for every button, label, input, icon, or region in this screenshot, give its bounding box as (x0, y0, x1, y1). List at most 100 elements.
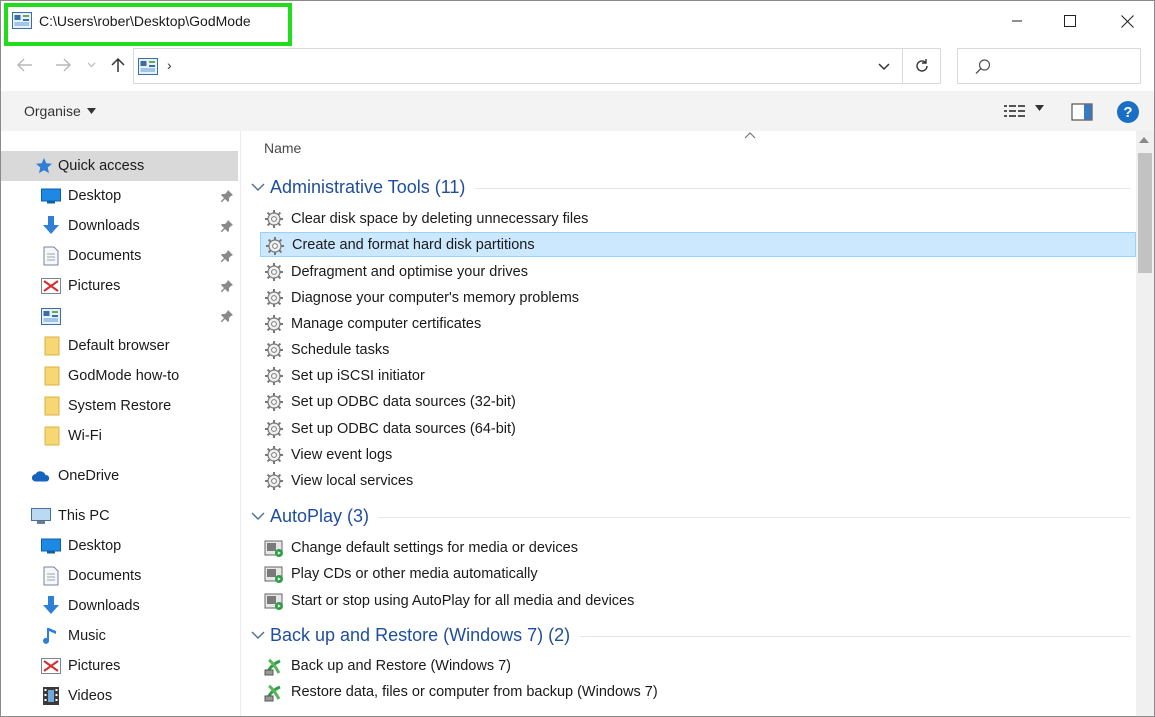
forward-button[interactable] (51, 53, 75, 77)
item-label: Set up ODBC data sources (32-bit) (291, 393, 516, 410)
chevron-down-icon[interactable] (874, 59, 894, 75)
close-button[interactable] (1104, 7, 1150, 35)
star-icon (34, 156, 54, 176)
nav-this-pc[interactable]: This PC (1, 501, 238, 531)
list-item[interactable]: Back up and Restore (Windows 7) (260, 653, 1136, 678)
nav-quick-folder-godmode-howto[interactable]: GodMode how-to (1, 361, 238, 391)
nav-quick-desktop[interactable]: Desktop (1, 181, 238, 211)
arrow-up-icon (111, 57, 125, 72)
list-item[interactable]: View local services (260, 468, 1136, 493)
details-view-icon[interactable] (1004, 104, 1026, 120)
nav-quick-documents[interactable]: Documents (1, 241, 238, 271)
nav-pc-music[interactable]: Music (1, 621, 238, 651)
file-list: Name Administrative Tools (11) Clear dis… (242, 131, 1136, 716)
group-title: Administrative Tools (11) (270, 176, 466, 197)
chevron-down-icon (87, 62, 95, 68)
backup-restore-icon (264, 684, 281, 702)
up-button[interactable] (106, 53, 130, 77)
nav-pc-videos[interactable]: Videos (1, 681, 238, 711)
admin-tools-icon (265, 341, 283, 359)
chevron-down-icon (251, 183, 265, 191)
nav-label: Documents (68, 568, 142, 584)
scroll-up-icon[interactable] (1139, 137, 1149, 143)
list-item[interactable]: Defragment and optimise your drives (260, 259, 1136, 284)
help-icon[interactable]: ? (1117, 101, 1139, 123)
search-box[interactable] (957, 48, 1141, 84)
list-item[interactable]: Schedule tasks (260, 337, 1136, 362)
item-label: Defragment and optimise your drives (291, 263, 528, 280)
pin-icon[interactable] (220, 219, 234, 233)
recent-locations-button[interactable] (83, 53, 99, 77)
item-label: Diagnose your computer's memory problems (291, 289, 580, 306)
nav-pc-downloads[interactable]: Downloads (1, 591, 238, 621)
list-item[interactable]: Clear disk space by deleting unnecessary… (260, 206, 1136, 231)
minimize-button[interactable] (994, 7, 1040, 35)
sort-ascending-icon (744, 132, 756, 139)
admin-tools-icon (265, 393, 283, 411)
address-bar[interactable]: › (133, 48, 903, 84)
group-header-backup-restore[interactable]: Back up and Restore (Windows 7) (2) (250, 623, 1130, 647)
folder-icon (41, 426, 61, 446)
nav-quick-folder-wifi[interactable]: Wi-Fi (1, 421, 238, 451)
item-label: Create and format hard disk partitions (292, 236, 535, 253)
arrow-left-icon (17, 58, 32, 72)
admin-tools-icon (265, 367, 283, 385)
search-input[interactable] (998, 57, 1134, 77)
nav-quick-folder-system-restore[interactable]: System Restore (1, 391, 238, 421)
list-item[interactable]: View event logs (260, 442, 1136, 467)
nav-quick-pictures[interactable]: Pictures (1, 271, 238, 301)
organise-button[interactable]: Organise (24, 103, 96, 119)
pin-icon[interactable] (220, 309, 234, 323)
list-item[interactable]: Restore data, files or computer from bac… (260, 679, 1136, 704)
address-row: › (1, 43, 1154, 91)
scrollbar-thumb[interactable] (1138, 153, 1152, 273)
list-item[interactable]: Set up ODBC data sources (32-bit) (260, 389, 1136, 414)
nav-pc-desktop[interactable]: Desktop (1, 531, 238, 561)
list-item-selected[interactable]: Create and format hard disk partitions (260, 232, 1136, 257)
nav-label: Pictures (68, 278, 121, 294)
admin-tools-icon (265, 420, 283, 438)
preview-pane-icon[interactable] (1071, 103, 1093, 121)
control-panel-icon (138, 58, 158, 75)
cloud-icon (31, 466, 51, 486)
control-panel-icon (41, 306, 61, 326)
nav-quick-folder-default-browser[interactable]: Default browser (1, 331, 238, 361)
refresh-button[interactable] (903, 48, 941, 84)
list-item[interactable]: Set up ODBC data sources (64-bit) (260, 416, 1136, 441)
title-highlight-box (4, 3, 292, 46)
column-header-name[interactable]: Name (264, 140, 301, 156)
list-item[interactable]: Diagnose your computer's memory problems (260, 285, 1136, 310)
list-item[interactable]: Manage computer certificates (260, 311, 1136, 336)
list-item[interactable]: Start or stop using AutoPlay for all med… (260, 588, 1136, 613)
list-item[interactable]: Set up iSCSI initiator (260, 363, 1136, 388)
item-label: Change default settings for media or dev… (291, 539, 578, 556)
back-button[interactable] (13, 53, 37, 77)
caret-down-icon[interactable] (1035, 105, 1044, 111)
vertical-scrollbar[interactable] (1136, 131, 1154, 716)
autoplay-icon (264, 566, 283, 583)
document-icon (41, 566, 61, 586)
admin-tools-icon (266, 237, 284, 255)
download-arrow-icon (41, 596, 61, 616)
chevron-down-icon (251, 631, 265, 639)
list-item[interactable]: Play CDs or other media automatically (260, 561, 1136, 586)
pictures-icon (41, 276, 61, 296)
pin-icon[interactable] (220, 189, 234, 203)
nav-pc-pictures[interactable]: Pictures (1, 651, 238, 681)
nav-label: OneDrive (58, 468, 120, 484)
group-header-autoplay[interactable]: AutoPlay (3) (250, 504, 1130, 528)
command-bar: Organise ? (1, 91, 1154, 131)
nav-quick-downloads[interactable]: Downloads (1, 211, 238, 241)
nav-quick-godmode[interactable] (1, 301, 238, 331)
maximize-button[interactable] (1047, 7, 1093, 35)
nav-quick-access[interactable]: Quick access (1, 151, 238, 181)
nav-onedrive[interactable]: OneDrive (1, 461, 238, 491)
autoplay-icon (264, 593, 283, 610)
list-item[interactable]: Change default settings for media or dev… (260, 535, 1136, 560)
pin-icon[interactable] (220, 249, 234, 263)
group-header-administrative-tools[interactable]: Administrative Tools (11) (250, 175, 1130, 199)
nav-pc-documents[interactable]: Documents (1, 561, 238, 591)
nav-label: Default browser (68, 338, 170, 354)
pin-icon[interactable] (220, 279, 234, 293)
breadcrumb-separator[interactable]: › (167, 57, 172, 73)
